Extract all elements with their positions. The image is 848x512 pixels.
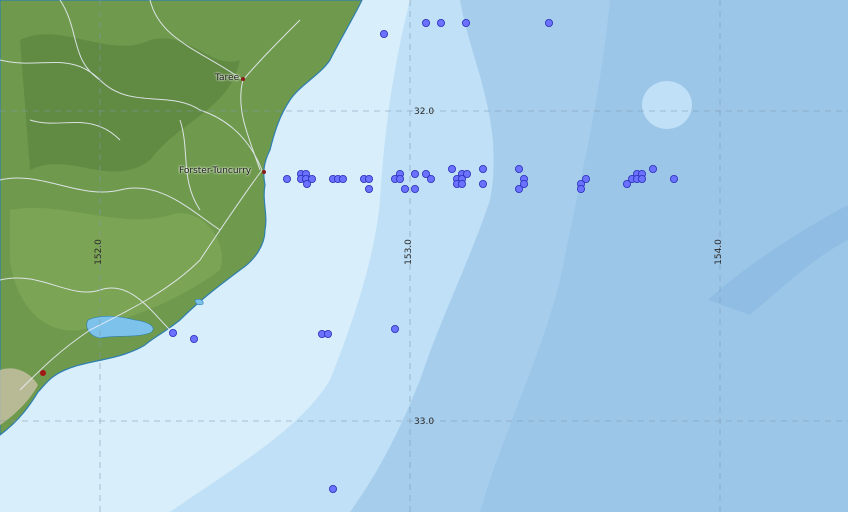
lon-label-153-text: 153.0 bbox=[403, 239, 414, 265]
observation-point[interactable] bbox=[338, 174, 347, 183]
town-label-taree: Taree bbox=[215, 73, 240, 83]
observation-point[interactable] bbox=[545, 18, 554, 27]
observation-point[interactable] bbox=[436, 18, 445, 27]
observation-point[interactable] bbox=[457, 179, 466, 188]
lon-label-153: 153.0 bbox=[404, 239, 414, 265]
lat-label-32-text: 32.0 bbox=[414, 107, 435, 117]
seamount-shallow bbox=[642, 81, 692, 129]
lon-label-152: 152.0 bbox=[94, 239, 104, 265]
lon-label-154-text: 154.0 bbox=[713, 239, 724, 265]
observation-point[interactable] bbox=[307, 174, 316, 183]
observation-point[interactable] bbox=[478, 164, 487, 173]
town-dot-south bbox=[40, 370, 46, 376]
map-view[interactable]: 32.0 33.0 152.0 153.0 154.0 Taree Forste… bbox=[0, 0, 848, 512]
observation-point[interactable] bbox=[447, 164, 456, 173]
town-label-forster-tuncurry: Forster-Tuncurry bbox=[179, 166, 252, 176]
lat-label-33: 33.0 bbox=[414, 417, 434, 427]
observation-point[interactable] bbox=[670, 174, 679, 183]
observation-point[interactable] bbox=[364, 184, 373, 193]
town-dot-taree bbox=[241, 77, 245, 81]
town-dot-forster bbox=[262, 170, 266, 174]
observation-point[interactable] bbox=[582, 174, 591, 183]
observation-point[interactable] bbox=[379, 29, 388, 38]
lon-label-154: 154.0 bbox=[714, 239, 724, 265]
observation-point[interactable] bbox=[189, 334, 198, 343]
observation-point[interactable] bbox=[649, 164, 658, 173]
observation-point[interactable] bbox=[638, 174, 647, 183]
observation-point[interactable] bbox=[426, 174, 435, 183]
observation-point[interactable] bbox=[282, 174, 291, 183]
observation-point[interactable] bbox=[478, 179, 487, 188]
lat-label-33-text: 33.0 bbox=[414, 417, 435, 427]
observation-point[interactable] bbox=[328, 484, 337, 493]
observation-point[interactable] bbox=[364, 174, 373, 183]
observation-point[interactable] bbox=[421, 18, 430, 27]
observation-point[interactable] bbox=[323, 329, 332, 338]
observation-point[interactable] bbox=[410, 169, 419, 178]
observation-point[interactable] bbox=[577, 184, 586, 193]
observation-point[interactable] bbox=[390, 324, 399, 333]
observation-point[interactable] bbox=[462, 169, 471, 178]
observation-point[interactable] bbox=[461, 18, 470, 27]
observation-point[interactable] bbox=[400, 184, 409, 193]
lat-label-32: 32.0 bbox=[414, 107, 434, 117]
observation-point[interactable] bbox=[520, 179, 529, 188]
observation-point[interactable] bbox=[395, 174, 404, 183]
observation-point[interactable] bbox=[515, 164, 524, 173]
observation-point[interactable] bbox=[410, 184, 419, 193]
observation-point[interactable] bbox=[168, 328, 177, 337]
lon-label-152-text: 152.0 bbox=[93, 239, 104, 265]
